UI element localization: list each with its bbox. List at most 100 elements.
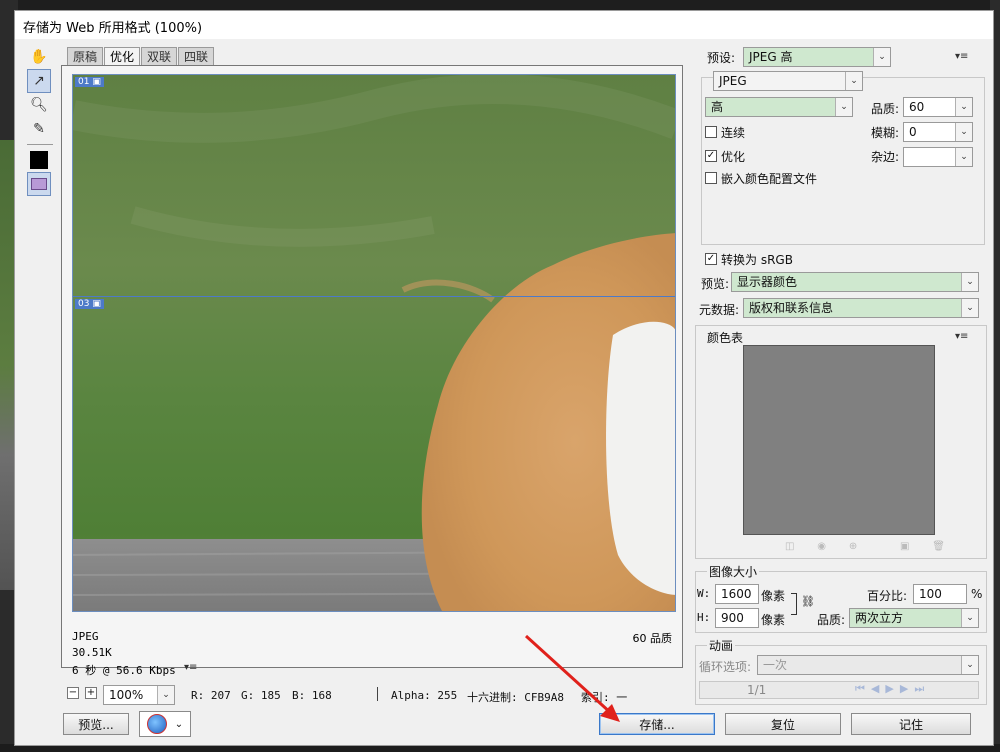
preview-button[interactable]: 预览... (63, 713, 129, 735)
zoom-out-button[interactable]: − (67, 687, 79, 699)
chevron-down-icon: ⌄ (174, 718, 184, 730)
tab-optimized[interactable]: 优化 (104, 47, 141, 66)
dialog-title: 存储为 Web 所用格式 (100%) (23, 21, 203, 36)
status-divider (377, 687, 378, 701)
web-shift-icon[interactable]: ◉ (817, 541, 826, 553)
zoom-select[interactable]: 100% ⌄ (103, 685, 175, 705)
preview-label: 预览: (701, 277, 730, 291)
zoom-tool-icon[interactable]: 🔍︎ (27, 93, 51, 117)
loop-options-label: 循环选项: (699, 660, 752, 674)
loop-options-select[interactable]: 一次 ⌄ (757, 655, 979, 675)
image-preview-frame: 01 ▣ 03 ▣ JPEG 30.51K 6 秒 @ 56.6 Kbps ▾≡… (61, 65, 683, 677)
slice-label-03[interactable]: 03 ▣ (75, 299, 104, 309)
optimized-quality: 60 品质 (632, 632, 673, 645)
color-table-menu-icon[interactable]: ▾≡ (955, 331, 968, 342)
percent-label: 百分比: (867, 589, 908, 603)
download-speed-menu-icon[interactable]: ▾≡ (184, 662, 197, 673)
reset-button[interactable]: 复位 (725, 713, 841, 735)
preview-select[interactable]: 显示器颜色 ⌄ (731, 272, 979, 292)
height-unit: 像素 (761, 613, 786, 627)
metadata-select[interactable]: 版权和联系信息 ⌄ (743, 298, 979, 318)
slice-select-tool-icon[interactable]: ↗ (27, 69, 51, 93)
blur-input[interactable]: 0 ⌄ (903, 122, 973, 142)
progressive-label: 连续 (721, 126, 746, 140)
optimize-menu-icon[interactable]: ▾≡ (955, 51, 968, 62)
eyedropper-color-swatch[interactable] (27, 148, 51, 172)
slice-divider (73, 296, 675, 297)
percent-unit: % (971, 587, 983, 601)
width-label: W: (697, 587, 711, 600)
matte-select[interactable]: ⌄ (903, 147, 973, 167)
chevron-down-icon: ⌄ (961, 609, 978, 627)
quality-preset-select[interactable]: 高 ⌄ (705, 97, 853, 117)
toolbox: ✋ ↗ 🔍︎ ✎ (27, 45, 53, 196)
height-input[interactable]: 900 (715, 608, 759, 628)
embed-profile-checkbox[interactable] (705, 172, 717, 184)
chevron-down-icon: ⌄ (955, 148, 972, 166)
chevron-down-icon: ⌄ (961, 299, 978, 317)
annotation-arrow (524, 634, 620, 722)
slice-label-01[interactable]: 01 ▣ (75, 77, 104, 87)
pixel-r: R: 207 (191, 689, 231, 702)
height-label: H: (697, 611, 711, 624)
play-icon[interactable]: ▶ (885, 682, 893, 696)
preset-select[interactable]: JPEG 高 ⌄ (743, 47, 891, 67)
pixel-alpha: Alpha: 255 (391, 689, 458, 702)
color-table-title: 颜色表 (707, 331, 744, 345)
format-select[interactable]: JPEG ⌄ (713, 71, 863, 91)
frame-counter: 1/1 (747, 683, 767, 697)
view-tabs: 原稿 优化 双联 四联 (67, 47, 215, 66)
remember-button[interactable]: 记住 (851, 713, 971, 735)
tab-2up[interactable]: 双联 (141, 47, 178, 66)
frame-controls (699, 681, 979, 699)
first-frame-icon[interactable]: ⏮ (855, 682, 865, 696)
preset-label: 预设: (707, 51, 736, 65)
chevron-down-icon: ⌄ (835, 98, 852, 116)
new-color-icon[interactable]: ▣ (900, 541, 909, 553)
zoom-in-button[interactable]: + (85, 687, 97, 699)
color-table-tools: ◫ ◉ ⊕ ▣ 🗑︎ (785, 541, 945, 553)
browser-icon (146, 714, 167, 734)
convert-srgb-label: 转换为 sRGB (721, 253, 793, 267)
dialog-titlebar: 存储为 Web 所用格式 (100%) (15, 11, 993, 39)
quality-label: 品质: (871, 102, 900, 116)
resample-quality-select[interactable]: 两次立方 ⌄ (849, 608, 979, 628)
toggle-slices-icon[interactable] (27, 172, 51, 196)
chevron-down-icon: ⌄ (955, 98, 972, 116)
tab-4up[interactable]: 四联 (178, 47, 215, 66)
lock-color-icon[interactable]: ⊕ (849, 541, 857, 553)
convert-srgb-checkbox[interactable]: ✓ (705, 253, 717, 265)
hand-tool-icon[interactable]: ✋ (27, 45, 51, 69)
animation-title: 动画 (707, 637, 736, 654)
tab-original[interactable]: 原稿 (67, 47, 104, 66)
download-time: 6 秒 @ 56.6 Kbps (72, 664, 176, 677)
width-unit: 像素 (761, 589, 786, 603)
percent-input[interactable]: 100 (913, 584, 967, 604)
chevron-down-icon: ⌄ (873, 48, 890, 66)
pixel-b: B: 168 (292, 689, 332, 702)
eyedropper-tool-icon[interactable]: ✎ (27, 117, 51, 141)
chevron-down-icon: ⌄ (961, 656, 978, 674)
image-size-title: 图像大小 (707, 563, 760, 580)
progressive-checkbox[interactable] (705, 126, 717, 138)
image-preview[interactable]: 01 ▣ 03 ▣ (72, 74, 676, 612)
save-for-web-dialog: 存储为 Web 所用格式 (100%) ✋ ↗ 🔍︎ ✎ 原稿 优化 双联 四联 (14, 10, 994, 746)
map-color-icon[interactable]: ◫ (785, 541, 794, 553)
optimized-checkbox[interactable]: ✓ (705, 150, 717, 162)
width-input[interactable]: 1600 (715, 584, 759, 604)
trash-icon[interactable]: 🗑︎ (932, 541, 945, 553)
browser-preview-button[interactable]: ⌄ (139, 711, 191, 737)
quality-input[interactable]: 60 ⌄ (903, 97, 973, 117)
prev-frame-icon[interactable]: ◀ (871, 682, 879, 696)
resample-quality-label: 品质: (817, 613, 846, 627)
chevron-down-icon: ⌄ (961, 273, 978, 291)
frame-nav: ⏮ ◀ ▶ ▶ ⏭ (855, 682, 924, 696)
chevron-down-icon: ⌄ (157, 686, 174, 704)
cat-photo (73, 75, 675, 611)
last-frame-icon[interactable]: ⏭ (914, 682, 924, 696)
optimized-format: JPEG (72, 630, 99, 643)
next-frame-icon[interactable]: ▶ (900, 682, 908, 696)
blur-label: 模糊: (871, 126, 900, 140)
optimized-label: 优化 (721, 150, 746, 164)
constrain-proportions-icon[interactable]: ⛓ (801, 595, 815, 608)
